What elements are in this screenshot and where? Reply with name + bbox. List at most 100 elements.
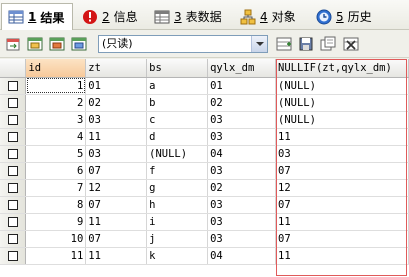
cell-zt[interactable]: 01 [85,77,148,95]
tab-history[interactable]: 5 历史 [310,3,380,30]
row-selector[interactable] [0,230,27,248]
row-selector[interactable] [0,179,27,197]
cell-id[interactable]: 9 [25,213,87,231]
cell-id[interactable]: 10 [25,230,87,248]
row-selector[interactable] [0,128,27,146]
row-selector[interactable] [0,162,27,180]
cell-bs[interactable]: (NULL) [146,145,209,163]
cell-nullif[interactable]: 11 [275,213,409,231]
delete-row-icon[interactable] [343,36,359,52]
cell-qylx-dm[interactable]: 02 [207,179,277,197]
result-grid[interactable]: id zt bs qylx_dm NULLIF(zt,qylx_dm) 1 01 a… [0,59,409,277]
cell-qylx-dm[interactable]: 03 [207,230,277,248]
row-selector[interactable] [0,145,27,163]
cell-bs[interactable]: i [146,213,209,231]
row-selector[interactable] [0,196,27,214]
cell-nullif[interactable]: 07 [275,230,409,248]
cell-id[interactable]: 1 [25,77,87,95]
grid-filter-icon[interactable] [71,36,87,52]
cell-id[interactable]: 2 [25,94,87,112]
cell-qylx-dm[interactable]: 04 [207,145,277,163]
cell-nullif[interactable]: 03 [275,145,409,163]
cell-nullif[interactable]: 11 [275,128,409,146]
table-row[interactable]: 10 07 j 03 07 [0,230,409,248]
table-row[interactable]: 6 07 f 03 07 [0,162,409,180]
cell-nullif[interactable]: 07 [275,196,409,214]
cell-id[interactable]: 8 [25,196,87,214]
cell-id[interactable]: 11 [25,247,87,265]
cell-bs[interactable]: h [146,196,209,214]
cell-qylx-dm[interactable]: 03 [207,213,277,231]
cell-id[interactable]: 7 [25,179,87,197]
cell-nullif[interactable]: (NULL) [275,94,409,112]
cell-zt[interactable]: 07 [85,230,148,248]
cell-zt[interactable]: 11 [85,128,148,146]
column-header-bs[interactable]: bs [146,59,209,78]
grid-edit-icon[interactable] [49,36,65,52]
save-icon[interactable] [298,36,314,52]
table-row[interactable]: 9 11 i 03 11 [0,213,409,231]
cell-qylx-dm[interactable]: 03 [207,196,277,214]
cell-zt[interactable]: 03 [85,111,148,129]
duplicate-icon[interactable] [320,36,336,52]
tab-table-data[interactable]: 3 表数据 [148,3,232,30]
cell-nullif[interactable]: 07 [275,162,409,180]
row-selector[interactable] [0,111,27,129]
cell-zt[interactable]: 07 [85,196,148,214]
table-row[interactable]: 7 12 g 02 12 [0,179,409,197]
cell-nullif[interactable]: (NULL) [275,77,409,95]
cell-zt[interactable]: 11 [85,247,148,265]
cell-qylx-dm[interactable]: 01 [207,77,277,95]
cell-qylx-dm[interactable]: 03 [207,111,277,129]
grid-copy-icon[interactable] [27,36,43,52]
cell-id[interactable]: 5 [25,145,87,163]
export-icon[interactable] [5,36,21,52]
table-row[interactable]: 3 03 c 03 (NULL) [0,111,409,129]
row-selector[interactable] [0,94,27,112]
cell-nullif[interactable]: (NULL) [275,111,409,129]
cell-zt[interactable]: 07 [85,162,148,180]
column-header-qylx-dm[interactable]: qylx_dm [207,59,277,78]
cell-id[interactable]: 6 [25,162,87,180]
cell-bs[interactable]: d [146,128,209,146]
table-row[interactable]: 11 11 k 04 11 [0,247,409,265]
table-row[interactable]: 5 03 (NULL) 04 03 [0,145,409,163]
cell-bs[interactable]: j [146,230,209,248]
tab-results[interactable]: 1 结果 [1,3,73,30]
cell-bs[interactable]: f [146,162,209,180]
column-header-zt[interactable]: zt [85,59,148,78]
cell-id[interactable]: 3 [25,111,87,129]
cell-qylx-dm[interactable]: 03 [207,162,277,180]
row-marker-icon [7,165,18,176]
cell-nullif[interactable]: 12 [275,179,409,197]
cell-qylx-dm[interactable]: 04 [207,247,277,265]
table-row[interactable]: 2 02 b 02 (NULL) [0,94,409,112]
row-selector[interactable] [0,77,27,95]
insert-row-icon[interactable] [276,36,292,52]
cell-bs[interactable]: a [146,77,209,95]
column-header-nullif[interactable]: NULLIF(zt,qylx_dm) [275,59,409,78]
tab-info[interactable]: 2 信息 [76,3,144,30]
cell-id[interactable]: 4 [25,128,87,146]
column-header-id[interactable]: id [25,59,87,78]
tab-objects[interactable]: 4 对象 [234,3,306,30]
cell-bs[interactable]: b [146,94,209,112]
row-selector[interactable] [0,247,27,265]
table-row[interactable]: 8 07 h 03 07 [0,196,409,214]
cell-bs[interactable]: k [146,247,209,265]
cell-bs[interactable]: g [146,179,209,197]
cell-zt[interactable]: 03 [85,145,148,163]
cell-zt[interactable]: 11 [85,213,148,231]
cell-zt[interactable]: 02 [85,94,148,112]
result-mode-select[interactable]: (只读) [98,35,268,53]
cell-qylx-dm[interactable]: 03 [207,128,277,146]
table-row[interactable]: 4 11 d 03 11 [0,128,409,146]
cell-nullif[interactable]: 11 [275,247,409,265]
table-row[interactable]: 1 01 a 01 (NULL) [0,77,409,95]
cell-qylx-dm[interactable]: 02 [207,94,277,112]
cell-bs[interactable]: c [146,111,209,129]
chevron-down-icon[interactable] [251,36,267,52]
corner-cell[interactable] [0,59,27,78]
cell-zt[interactable]: 12 [85,179,148,197]
row-selector[interactable] [0,213,27,231]
